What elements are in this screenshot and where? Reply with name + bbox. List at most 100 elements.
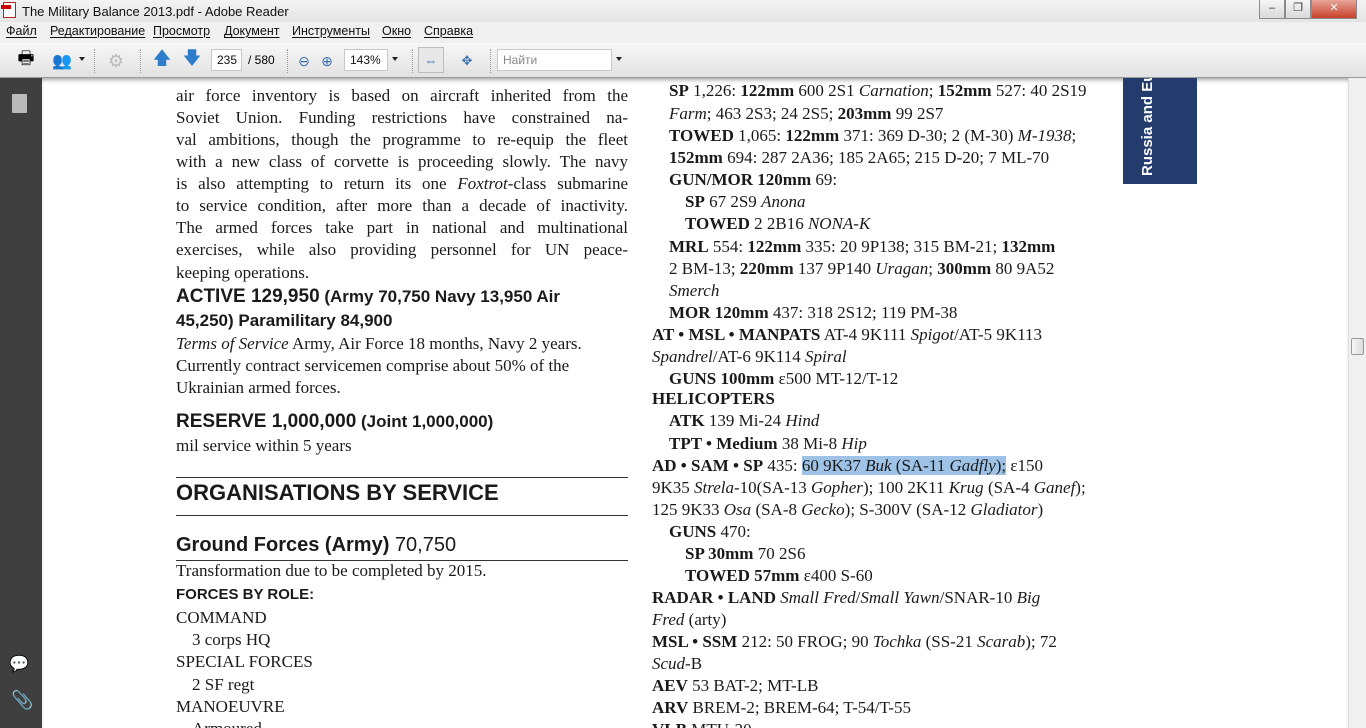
text-run: ;	[928, 81, 938, 100]
text-run: 2 2B16	[749, 214, 808, 233]
text-run: val ambitions, though the programme to r…	[176, 130, 628, 149]
text-run: Fred	[652, 610, 685, 629]
maximize-button[interactable]: ❐	[1285, 0, 1311, 19]
right-column-line: HELICOPTERS	[652, 389, 775, 409]
left-column-line: is also attempting to return its one Fox…	[176, 174, 628, 194]
right-column-line: ARV BREM-2; BREM-64; T-54/T-55	[652, 698, 911, 718]
text-run: MANOEUVRE	[176, 697, 285, 716]
share-icon[interactable]: 👥	[50, 49, 74, 73]
text-run: Spandrel	[652, 347, 713, 366]
search-input[interactable]: Найти	[497, 49, 612, 71]
left-column-line: mil service within 5 years	[176, 436, 352, 456]
zoom-level-input[interactable]: 143%	[344, 49, 388, 71]
fit-width-icon[interactable]: ⇔	[418, 47, 444, 73]
text-run: Tochka	[872, 632, 922, 651]
left-column-line: 2 SF regt	[192, 675, 254, 695]
left-column-line: val ambitions, though the programme to r…	[176, 130, 628, 150]
text-run: exercises, while also providing personne…	[176, 240, 628, 259]
right-column-line: SP 1,226: 122mm 600 2S1 Carnation; 152mm…	[669, 81, 1087, 101]
fit-page-icon[interactable]: ✥	[455, 49, 479, 73]
right-column-line: TOWED 1,065: 122mm 371: 369 D-30; 2 (M-3…	[669, 126, 1076, 146]
text-run: 122mm	[747, 237, 802, 256]
text-run: Hip	[841, 434, 867, 453]
right-column-line: TOWED 57mm ε400 S-60	[685, 566, 873, 586]
text-run: 437: 318 2S12; 119 PM-38	[768, 303, 958, 322]
text-run: (SS-21	[921, 632, 978, 651]
text-run: Soviet Union. Funding restrictions have …	[176, 108, 628, 127]
right-column-line: AT • MSL • MANPATS AT-4 9K111 Spigot/AT-…	[652, 325, 1042, 345]
menu-edit[interactable]: Редактирование	[50, 24, 145, 38]
right-column-line: MRL 554: 122mm 335: 20 9P138; 315 BM-21;…	[669, 237, 1055, 257]
text-run: Carnation	[858, 81, 929, 100]
text-run: 99 2S7	[891, 104, 944, 123]
left-column-line: Transformation due to be completed by 20…	[176, 561, 487, 581]
zoom-out-icon[interactable]: ⊖	[292, 49, 316, 73]
text-run: TOWED	[669, 126, 734, 145]
left-column-line: to service condition, after more than a …	[176, 196, 628, 216]
text-run: air force inventory is based on aircraft…	[176, 86, 628, 105]
menu-file[interactable]: Файл	[6, 24, 37, 38]
divider	[176, 477, 628, 478]
menu-document[interactable]: Документ	[224, 24, 279, 38]
text-run: ε500 MT-12/T-12	[774, 369, 899, 388]
attachments-icon[interactable]: 📎	[11, 690, 33, 711]
text-run: /SNAR-10	[939, 588, 1017, 607]
menu-window[interactable]: Окно	[382, 24, 411, 38]
text-run: GUN/MOR 120mm	[669, 170, 812, 189]
zoom-dropdown-icon[interactable]	[392, 57, 398, 61]
left-column-line: keeping operations.	[176, 263, 309, 283]
navigation-pane: 💬 📎	[0, 78, 42, 728]
text-run: 1,065:	[733, 126, 786, 145]
page-number-input[interactable]: 235	[211, 49, 242, 71]
close-button[interactable]: ✕	[1311, 0, 1357, 19]
print-icon[interactable]: 🖶	[14, 48, 38, 73]
menu-help[interactable]: Справка	[424, 24, 473, 38]
text-run: TOWED 57mm	[685, 566, 800, 585]
text-run: Currently contract servicemen comprise a…	[176, 356, 570, 375]
search-dropdown-icon[interactable]	[616, 57, 622, 61]
right-column-line: AEV 53 BAT-2; MT-LB	[652, 676, 818, 696]
collaborate-icon: ⚙	[107, 50, 125, 71]
text-run: 212: 50 FROG; 90	[737, 632, 873, 651]
text-run: 335: 20 9P138; 315 BM-21;	[801, 237, 1002, 256]
zoom-in-icon[interactable]: ⊕	[315, 49, 339, 73]
previous-page-icon[interactable]: 🡅	[150, 48, 174, 73]
scrollbar-thumb[interactable]	[1351, 338, 1364, 355]
vertical-scrollbar[interactable]	[1348, 78, 1366, 728]
left-column-line: Ukrainian armed forces.	[176, 378, 341, 398]
text-run: Smerch	[669, 281, 720, 300]
text-run: AT-4 9K111	[820, 325, 911, 344]
next-page-icon[interactable]: 🡇	[180, 48, 204, 73]
text-run: Ukrainian armed forces.	[176, 378, 341, 397]
text-run: 9K35	[652, 478, 695, 497]
text-run: 125 9K33	[652, 500, 724, 519]
minimize-button[interactable]: ‒	[1259, 0, 1285, 19]
text-run: SP	[685, 192, 705, 211]
left-column-line: COMMAND	[176, 608, 267, 628]
text-run: to service condition, after more than a …	[176, 196, 628, 215]
comments-icon[interactable]: 💬	[9, 654, 29, 674]
text-run: TPT • Medium	[669, 434, 778, 453]
text-run: 203mm	[837, 104, 892, 123]
left-column-line: 45,250) Paramilitary 84,900	[176, 311, 392, 331]
text-run: 60 9K37	[801, 456, 866, 475]
left-column-line: Terms of Service Army, Air Force 18 mont…	[176, 334, 582, 354]
text-run: GUNS	[669, 522, 717, 541]
pages-icon[interactable]	[12, 94, 27, 113]
text-run: Army, Air Force 18 months, Navy 2 years.	[288, 334, 582, 353]
text-run: 1,226:	[688, 81, 741, 100]
menu-tools[interactable]: Инструменты	[292, 24, 370, 38]
text-run: RADAR • LAND	[652, 588, 777, 607]
text-run: )	[1037, 500, 1044, 519]
text-run: MRL	[669, 237, 709, 256]
text-run: 152mm	[669, 148, 723, 167]
text-run: MTU-20	[687, 720, 751, 728]
text-run: ;	[1071, 126, 1077, 145]
text-run: Ground Forces (Army)	[176, 534, 390, 556]
text-run: TOWED	[685, 214, 750, 233]
menu-view[interactable]: Просмотр	[153, 24, 210, 38]
text-run: -B	[685, 654, 703, 673]
text-run: NONA-K	[807, 214, 871, 233]
text-run: );	[1075, 478, 1086, 497]
text-run: 371: 369 D-30; 2 (M-30)	[839, 126, 1018, 145]
